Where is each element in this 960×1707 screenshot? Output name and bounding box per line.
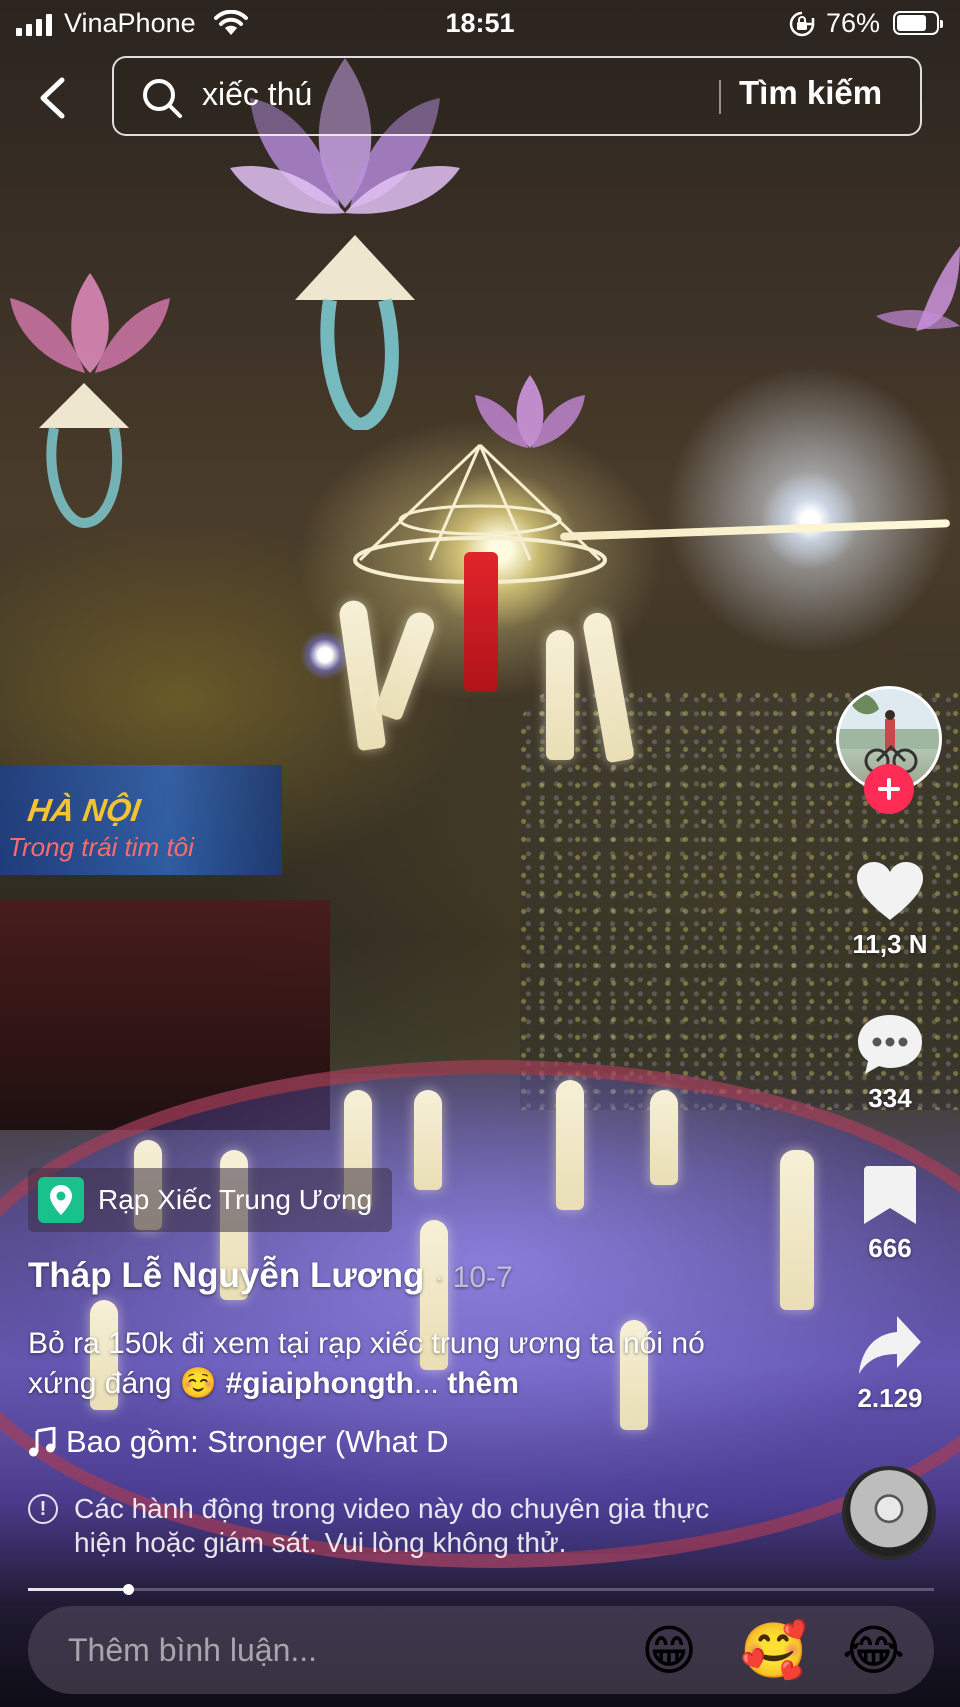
plus-icon: [878, 778, 900, 800]
location-tag[interactable]: Rạp Xiếc Trung Ương: [28, 1168, 393, 1232]
clock: 18:51: [445, 8, 515, 38]
safety-warning: ! Các hành động trong video này do chuyê…: [28, 1492, 748, 1560]
author-name[interactable]: Tháp Lễ Nguyễn Lương: [28, 1256, 424, 1295]
lotus-decoration: [475, 375, 585, 448]
aerial-performer: [374, 608, 438, 722]
music-title: Bao gồm: Stronger (What D: [66, 1424, 449, 1459]
follow-button[interactable]: [864, 764, 914, 814]
dancer: [650, 1090, 678, 1185]
back-button[interactable]: [26, 70, 78, 126]
post-date: · 10-7: [434, 1261, 513, 1294]
lotus-decoration: [876, 246, 960, 331]
chevron-left-icon: [40, 77, 65, 119]
author-line[interactable]: Tháp Lễ Nguyễn Lương · 10-7: [28, 1256, 513, 1296]
lotus-decoration: [10, 273, 170, 373]
search-input[interactable]: xiếc thú: [202, 76, 312, 113]
search-button[interactable]: Tìm kiếm: [739, 74, 882, 112]
hashtag-link[interactable]: #giaiphongth: [226, 1367, 414, 1400]
search-icon: [143, 79, 182, 118]
comment-bar[interactable]: Thêm bình luận... 😁 🥰 😂: [28, 1606, 934, 1694]
banner-subtitle: Trong trái tim tôi: [8, 832, 194, 862]
dancer: [780, 1150, 814, 1310]
comment-button[interactable]: 334: [840, 1012, 940, 1114]
music-note-icon: [29, 1427, 56, 1457]
caption[interactable]: Bỏ ra 150k đi xem tại rạp xiếc trung ươn…: [28, 1324, 748, 1404]
save-count: 666: [868, 1233, 912, 1263]
battery-percent: 76%: [826, 8, 881, 38]
orientation-lock-icon: [789, 11, 815, 37]
hanging-hat-silk: [39, 383, 129, 528]
share-button[interactable]: 2.129: [840, 1314, 940, 1414]
location-pin-icon: [38, 1177, 84, 1223]
comment-input[interactable]: Thêm bình luận...: [68, 1632, 317, 1669]
emoji-laugh-button[interactable]: 😂: [842, 1620, 905, 1682]
emoji-hearts-button[interactable]: 🥰: [740, 1620, 807, 1682]
warning-text: Các hành động trong video này do chuyên …: [74, 1493, 710, 1558]
music-disc[interactable]: [842, 1466, 936, 1560]
see-more-link[interactable]: thêm: [447, 1367, 519, 1400]
status-bar: VinaPhone 18:51 76%: [0, 0, 960, 50]
bookmark-icon: [864, 1166, 916, 1224]
hanging-hat-silk: [295, 235, 415, 430]
save-button[interactable]: 666: [840, 1164, 940, 1264]
video-progress-bar[interactable]: [28, 1584, 934, 1595]
emoji-grin-button[interactable]: 😁: [638, 1620, 700, 1682]
share-arrow-icon: [859, 1316, 921, 1374]
share-count: 2.129: [857, 1383, 923, 1413]
dancer: [556, 1080, 584, 1210]
location-name: Rạp Xiếc Trung Ương: [98, 1184, 373, 1215]
red-silk: [464, 552, 498, 692]
progress-handle[interactable]: [122, 1584, 134, 1595]
heart-icon: [857, 862, 923, 920]
dancer: [414, 1090, 442, 1190]
caption-ellipsis: ...: [413, 1367, 448, 1400]
exclamation-icon: !: [28, 1494, 58, 1524]
music-info[interactable]: Bao gồm: Stronger (What D: [28, 1424, 508, 1460]
search-bar[interactable]: xiếc thú Tìm kiếm: [112, 56, 922, 136]
aerial-performer: [546, 630, 574, 760]
like-count: 11,3 N: [852, 929, 928, 959]
comment-count: 334: [868, 1083, 912, 1113]
like-button[interactable]: 11,3 N: [840, 860, 940, 960]
comment-icon: [858, 1015, 922, 1074]
aerial-performer: [337, 598, 387, 752]
battery-icon: [893, 11, 943, 35]
spotlight: [760, 470, 860, 570]
progress-played: [28, 1588, 128, 1591]
banner-title: HÀ NỘI: [25, 792, 143, 828]
search-divider: [719, 80, 721, 114]
